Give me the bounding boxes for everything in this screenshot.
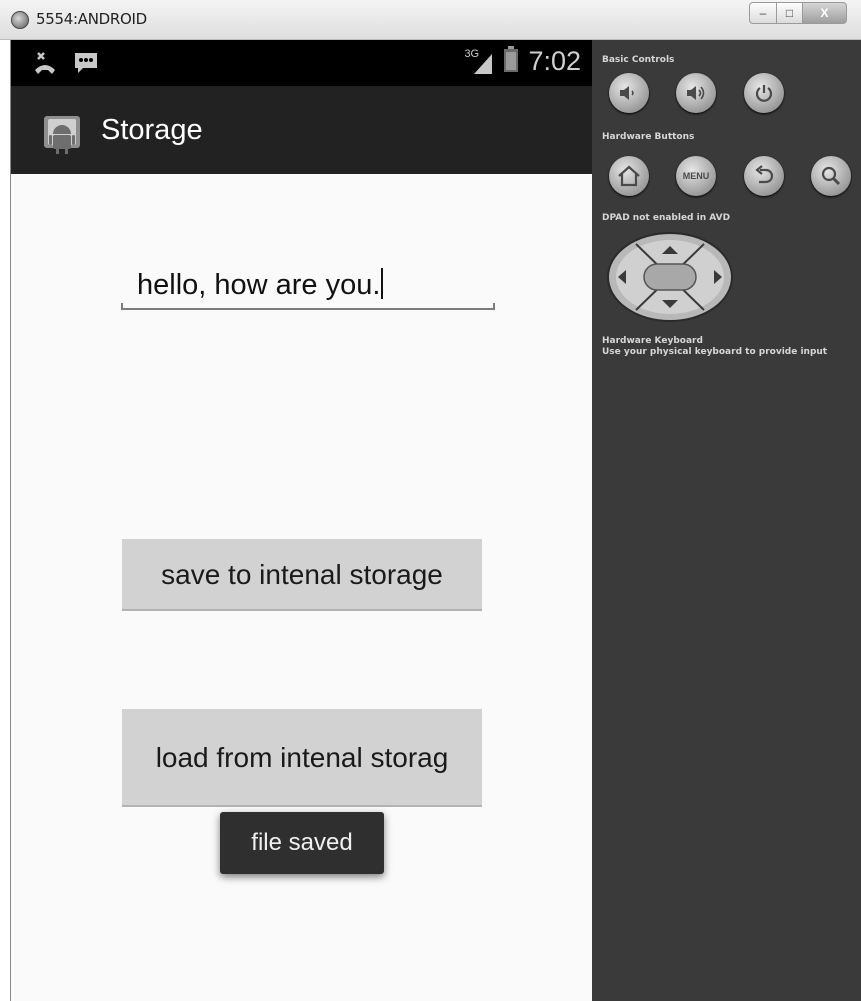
status-bar: 3G 7:02 <box>11 40 593 86</box>
action-bar: Storage <box>11 86 593 174</box>
search-button[interactable] <box>811 156 851 196</box>
battery-icon <box>504 46 519 77</box>
window-title-bar: 5554:ANDROID – □ X <box>0 0 861 40</box>
maximize-button[interactable]: □ <box>777 2 803 24</box>
back-button[interactable] <box>744 156 784 196</box>
minimize-button[interactable]: – <box>749 2 777 24</box>
dpad-label: DPAD not enabled in AVD <box>602 213 731 223</box>
app-window-icon <box>11 11 29 29</box>
home-icon <box>618 165 640 187</box>
menu-button-label: MENU <box>682 171 710 181</box>
text-cursor <box>381 268 384 299</box>
dpad[interactable] <box>606 232 734 327</box>
menu-button[interactable]: MENU <box>676 156 716 196</box>
basic-controls-label: Basic Controls <box>602 55 675 65</box>
save-internal-storage-button[interactable]: save to intenal storage <box>122 539 482 611</box>
home-button[interactable] <box>609 156 649 196</box>
message-icon <box>73 50 99 81</box>
window-controls: – □ X <box>749 2 847 24</box>
device-screen: 3G 7:02 Storage hello, how are you. save… <box>10 40 593 1001</box>
app-title: Storage <box>101 114 203 146</box>
power-button[interactable] <box>744 73 784 113</box>
text-input[interactable]: hello, how are you. <box>121 258 495 310</box>
hardware-buttons-label: Hardware Buttons <box>602 132 695 142</box>
hardware-keyboard-hint: Use your physical keyboard to provide in… <box>602 347 828 357</box>
volume-down-button[interactable] <box>609 73 649 113</box>
search-icon <box>821 166 841 186</box>
emulator-controls-panel: Basic Controls Hardware Buttons MENU DPA… <box>592 40 861 1001</box>
toast-message: file saved <box>220 812 384 874</box>
hardware-keyboard-info: Hardware Keyboard Use your physical keyb… <box>602 336 827 358</box>
app-content: hello, how are you. save to intenal stor… <box>11 174 593 1001</box>
window-title: 5554:ANDROID <box>36 10 147 28</box>
volume-up-icon <box>687 86 705 100</box>
volume-down-icon <box>620 86 634 100</box>
back-icon <box>755 165 774 184</box>
missed-call-icon <box>31 50 59 81</box>
status-clock: 7:02 <box>528 46 581 76</box>
android-robot-icon <box>41 110 83 159</box>
power-icon <box>755 85 773 102</box>
signal-icon: 3G <box>464 48 494 76</box>
load-internal-storage-button[interactable]: load from intenal storag <box>122 709 482 807</box>
close-button[interactable]: X <box>803 2 847 24</box>
text-input-value: hello, how are you. <box>137 269 381 301</box>
hardware-keyboard-label: Hardware Keyboard <box>602 336 703 346</box>
volume-up-button[interactable] <box>676 73 716 113</box>
